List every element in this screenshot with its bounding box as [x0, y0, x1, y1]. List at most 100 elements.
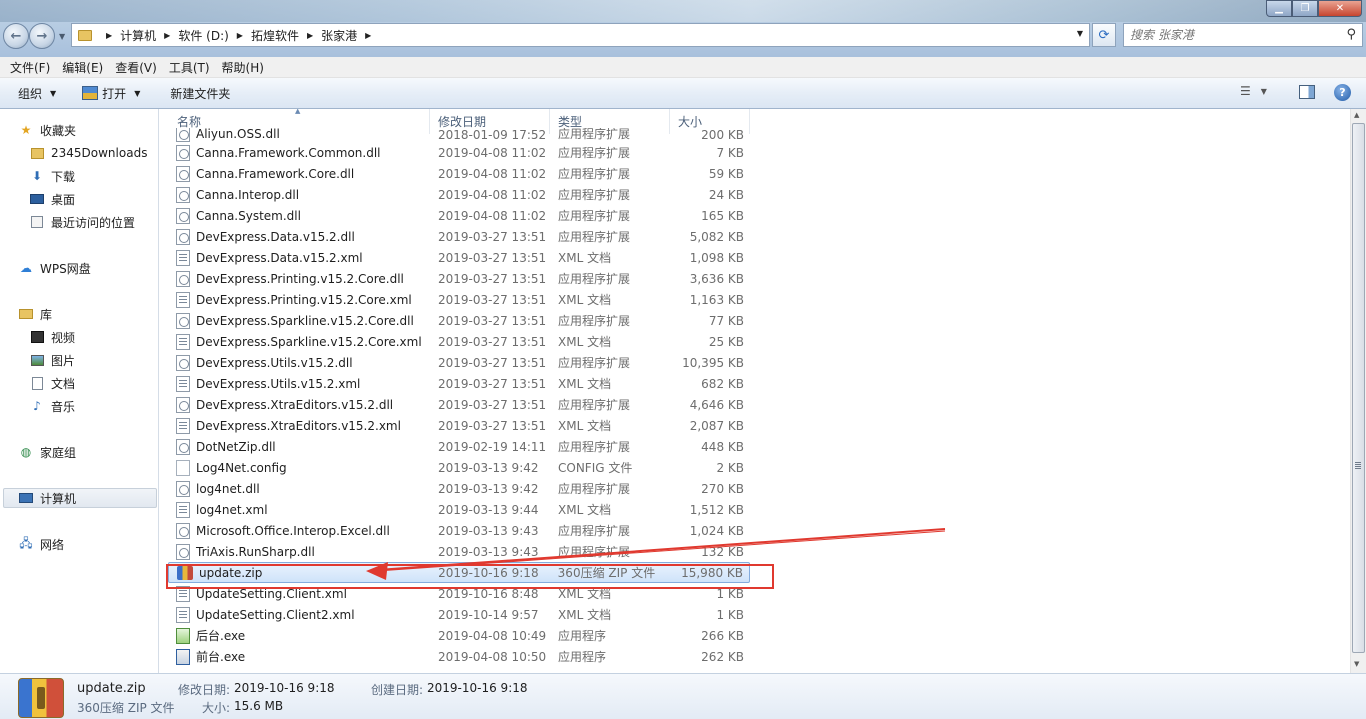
recent-places-icon — [29, 215, 45, 229]
nav-homegroup[interactable]: ◍ 家庭组 — [18, 442, 76, 462]
refresh-button[interactable]: ⟳ — [1092, 23, 1116, 47]
table-row[interactable]: 后台.exe 2019-04-08 10:49 应用程序 266 KB — [168, 625, 750, 646]
table-row[interactable]: TriAxis.RunSharp.dll 2019-03-13 9:43 应用程序扩… — [168, 541, 750, 562]
nav-recent[interactable]: 最近访问的位置 — [29, 212, 135, 232]
nav-wps[interactable]: ☁ WPS网盘 — [18, 258, 91, 278]
file-name-cell: DevExpress.XtraEditors.v15.2.xml — [168, 417, 430, 434]
table-row[interactable]: Canna.Framework.Common.dll 2019-04-08 11:… — [168, 142, 750, 163]
nav-2345downloads[interactable]: 2345Downloads — [29, 143, 147, 163]
file-type: 应用程序扩展 — [558, 482, 631, 496]
nav-libraries[interactable]: 库 — [18, 304, 52, 324]
table-row[interactable]: DevExpress.Data.v15.2.dll 2019-03-27 13:5… — [168, 226, 750, 247]
table-row[interactable]: update.zip 2019-10-16 9:18 360压缩 ZIP 文件 15,… — [168, 562, 750, 583]
search-icon[interactable]: ⚲ — [1346, 27, 1356, 42]
maximize-button[interactable]: ❐ — [1292, 0, 1318, 17]
file-type: 应用程序扩展 — [558, 230, 631, 244]
nav-desktop[interactable]: 桌面 — [29, 189, 75, 209]
table-row[interactable]: UpdateSetting.Client2.xml 2019-10-14 9:57… — [168, 604, 750, 625]
menu-tools[interactable]: 工具(T) — [163, 59, 216, 76]
table-row[interactable]: DotNetZip.dll 2019-02-19 14:11 应用程序扩展 448 K… — [168, 436, 750, 457]
library-icon — [18, 307, 34, 321]
menu-help[interactable]: 帮助(H) — [216, 59, 270, 76]
file-size: 1,512 KB — [689, 502, 744, 517]
file-type: 应用程序扩展 — [558, 356, 631, 370]
nav-documents[interactable]: 文档 — [29, 373, 75, 393]
file-date: 2019-03-27 13:51 — [438, 229, 547, 244]
picture-icon — [29, 353, 45, 367]
table-row[interactable]: DevExpress.Sparkline.v15.2.Core.dll 2019-… — [168, 310, 750, 331]
forward-button[interactable]: → — [29, 23, 55, 49]
table-row[interactable]: UpdateSetting.Client.xml 2019-10-16 8:48 X… — [168, 583, 750, 604]
nav-pictures-label: 图片 — [51, 353, 76, 368]
vertical-scrollbar[interactable]: ▲ ▼ — [1350, 109, 1366, 673]
table-row[interactable]: DevExpress.XtraEditors.v15.2.dll 2019-03-… — [168, 394, 750, 415]
breadcrumb-chevron-icon[interactable]: ▶ — [365, 31, 371, 40]
file-name: log4net.dll — [196, 481, 260, 496]
breadcrumb-tuohuang[interactable]: 拓煌软件 — [251, 27, 299, 44]
file-date: 2019-03-27 13:51 — [438, 313, 547, 328]
search-input[interactable] — [1130, 28, 1330, 42]
nav-computer[interactable]: 计算机 — [3, 488, 157, 508]
table-row[interactable]: DevExpress.XtraEditors.v15.2.xml 2019-03-… — [168, 415, 750, 436]
breadcrumb-zhangjiagang[interactable]: 张家港 — [321, 27, 357, 44]
scroll-down-icon[interactable]: ▼ — [1354, 660, 1359, 668]
table-row[interactable]: log4net.dll 2019-03-13 9:42 应用程序扩展 270 KB — [168, 478, 750, 499]
nav-videos[interactable]: 视频 — [29, 327, 75, 347]
table-row[interactable]: Canna.System.dll 2019-04-08 11:02 应用程序扩展 16… — [168, 205, 750, 226]
open-button[interactable]: 打开 ▼ — [66, 78, 150, 109]
table-row[interactable]: DevExpress.Utils.v15.2.xml 2019-03-27 13:… — [168, 373, 750, 394]
table-row[interactable]: log4net.xml 2019-03-13 9:44 XML 文档 1,512 KB — [168, 499, 750, 520]
zip-file-icon — [177, 565, 193, 580]
nav-favorites[interactable]: ★ 收藏夹 — [18, 120, 76, 140]
preview-pane-button[interactable] — [1299, 85, 1315, 99]
breadcrumb-drive-d[interactable]: 软件 (D:) — [178, 27, 228, 44]
table-row[interactable]: Aliyun.OSS.dll 2018-01-09 17:52 应用程序扩展 200 … — [168, 128, 750, 142]
minimize-button[interactable]: ▁ — [1266, 0, 1292, 17]
table-row[interactable]: DevExpress.Data.v15.2.xml 2019-03-27 13:5… — [168, 247, 750, 268]
recent-pages-chevron-icon[interactable]: ▼ — [59, 32, 67, 41]
table-row[interactable]: 前台.exe 2019-04-08 10:50 应用程序 262 KB — [168, 646, 750, 667]
file-type: 应用程序扩展 — [558, 209, 631, 223]
search-box[interactable]: ⚲ — [1123, 23, 1363, 47]
navigation-pane: ★ 收藏夹 2345Downloads ⬇ 下载 桌面 最近访问的位置 ☁ WP… — [0, 109, 159, 673]
details-pane: update.zip 360压缩 ZIP 文件 修改日期: 2019-10-16… — [0, 673, 1366, 719]
nav-network[interactable]: 🖧 网络 — [18, 534, 64, 554]
table-row[interactable]: Microsoft.Office.Interop.Excel.dll 2019-0… — [168, 520, 750, 541]
details-size-label: 大小: — [202, 701, 231, 715]
scroll-up-icon[interactable]: ▲ — [1354, 111, 1359, 119]
organize-button[interactable]: 组织 ▼ — [0, 78, 66, 109]
back-button[interactable]: ← — [3, 23, 29, 49]
nav-pictures[interactable]: 图片 — [29, 350, 75, 370]
nav-downloads[interactable]: ⬇ 下载 — [29, 166, 75, 186]
breadcrumb-computer[interactable]: 计算机 — [120, 27, 156, 44]
change-view-button[interactable]: ☰ ▼ — [1240, 84, 1267, 98]
table-row[interactable]: DevExpress.Printing.v15.2.Core.xml 2019-0… — [168, 289, 750, 310]
nav-music[interactable]: ♪ 音乐 — [29, 396, 75, 416]
new-folder-button[interactable]: 新建文件夹 — [150, 78, 240, 109]
menu-file[interactable]: 文件(F) — [4, 59, 56, 76]
table-row[interactable]: Canna.Framework.Core.dll 2019-04-08 11:02… — [168, 163, 750, 184]
file-name-cell: DevExpress.Printing.v15.2.Core.xml — [168, 291, 430, 308]
breadcrumb-chevron-icon[interactable]: ▶ — [307, 31, 313, 40]
table-row[interactable]: DevExpress.Printing.v15.2.Core.dll 2019-0… — [168, 268, 750, 289]
file-size: 25 KB — [708, 334, 744, 349]
file-name: 后台.exe — [196, 629, 246, 643]
menu-view[interactable]: 查看(V) — [109, 59, 163, 76]
table-row[interactable]: Log4Net.config 2019-03-13 9:42 CONFIG 文件 2 … — [168, 457, 750, 478]
breadcrumb-chevron-icon[interactable]: ▶ — [164, 31, 170, 40]
help-icon[interactable]: ? — [1334, 84, 1351, 101]
close-button[interactable]: ✕ — [1318, 0, 1362, 17]
nav-documents-label: 文档 — [51, 376, 76, 391]
address-input[interactable]: ▶ 计算机 ▶ 软件 (D:) ▶ 拓煌软件 ▶ 张家港 ▶ ▼ — [71, 23, 1090, 47]
breadcrumb-chevron-icon[interactable]: ▶ — [106, 31, 112, 40]
address-dropdown-icon[interactable]: ▼ — [1077, 29, 1083, 38]
breadcrumb-chevron-icon[interactable]: ▶ — [237, 31, 243, 40]
table-row[interactable]: DevExpress.Utils.v15.2.dll 2019-03-27 13:… — [168, 352, 750, 373]
table-row[interactable]: DevExpress.Sparkline.v15.2.Core.xml 2019-… — [168, 331, 750, 352]
table-row[interactable]: Canna.Interop.dll 2019-04-08 11:02 应用程序扩展 2… — [168, 184, 750, 205]
menu-edit[interactable]: 编辑(E) — [56, 59, 109, 76]
file-name: DotNetZip.dll — [196, 439, 276, 454]
file-name-cell: DevExpress.Data.v15.2.dll — [168, 228, 430, 245]
xml-file-icon — [176, 606, 190, 623]
scrollbar-thumb[interactable] — [1352, 123, 1365, 653]
